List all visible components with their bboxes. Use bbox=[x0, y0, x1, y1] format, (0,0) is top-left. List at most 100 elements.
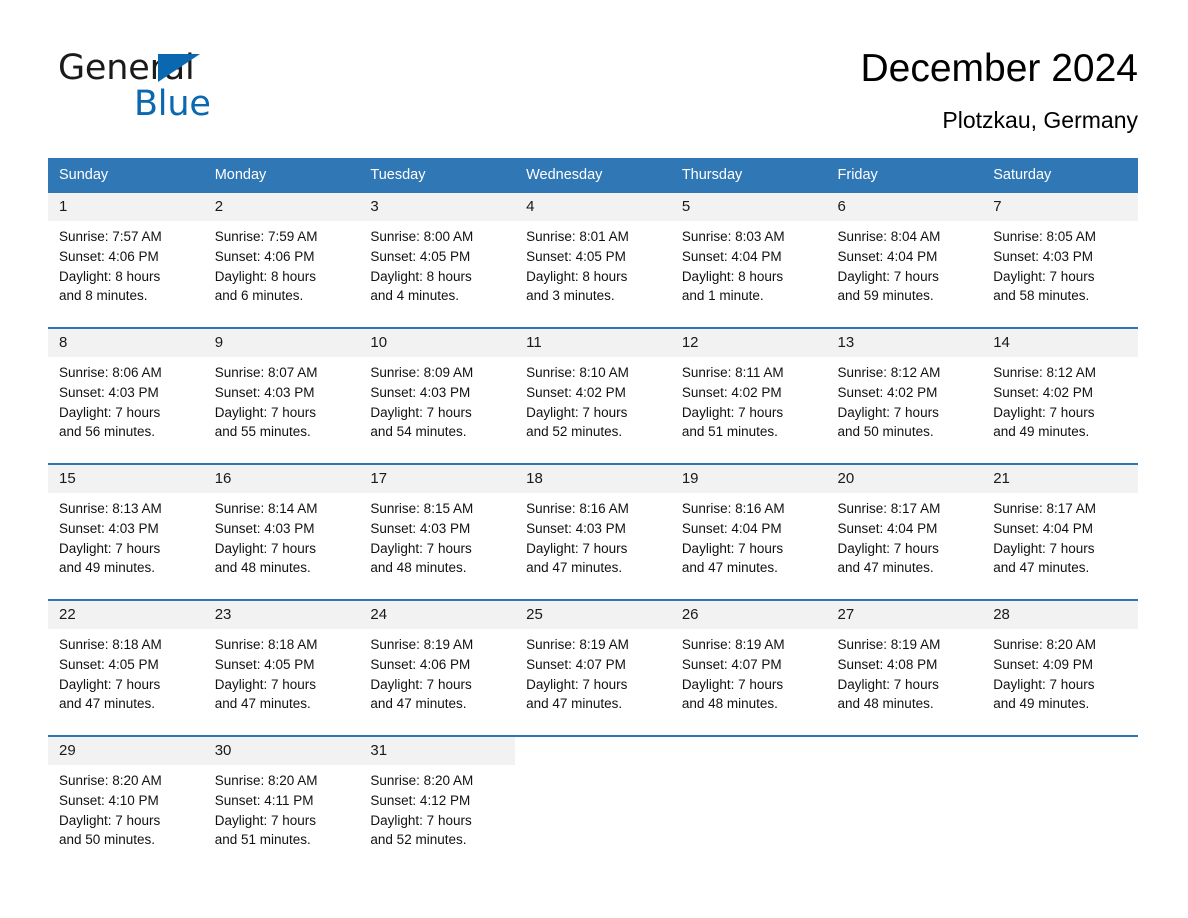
weekday-header-friday: Friday bbox=[826, 158, 983, 192]
weekday-header-saturday: Saturday bbox=[982, 158, 1138, 192]
day-cell-body: 30 Sunrise: 8:20 AM Sunset: 4:11 PM Dayligh… bbox=[203, 737, 360, 857]
sunrise-time: Sunrise: 8:19 AM bbox=[681, 637, 785, 652]
sunset-time: Sunset: 4:05 PM bbox=[370, 248, 471, 264]
daylight-line-2: and 47 minutes. bbox=[526, 696, 623, 712]
day-number bbox=[670, 737, 827, 765]
calendar-day-cell[interactable]: 3 Sunrise: 8:00 AM Sunset: 4:05 PM Daylight… bbox=[359, 191, 516, 313]
sunrise-time: Sunrise: 8:18 AM bbox=[214, 637, 318, 652]
daylight-line-2: and 47 minutes. bbox=[837, 560, 934, 576]
day-number: 7 bbox=[982, 193, 1138, 221]
calendar-day-cell[interactable]: 18 Sunrise: 8:16 AM Sunset: 4:03 PM Dayligh… bbox=[515, 463, 671, 585]
sunrise-time: Sunrise: 8:20 AM bbox=[214, 773, 318, 788]
daylight-line-1: Daylight: 7 hours bbox=[214, 812, 317, 828]
weekday-header-monday: Monday bbox=[203, 158, 360, 192]
day-number: 28 bbox=[982, 601, 1138, 629]
sunset-time: Sunset: 4:10 PM bbox=[59, 792, 159, 808]
calendar-day-cell[interactable]: 9 Sunrise: 8:07 AM Sunset: 4:03 PM Daylight… bbox=[203, 327, 360, 449]
daylight-line-2: and 59 minutes. bbox=[837, 288, 934, 304]
day-number: 2 bbox=[203, 193, 360, 221]
calendar-day-cell[interactable]: 8 Sunrise: 8:06 AM Sunset: 4:03 PM Daylight… bbox=[48, 327, 204, 449]
sunset-time: Sunset: 4:04 PM bbox=[681, 520, 782, 536]
sunset-time: Sunset: 4:05 PM bbox=[526, 248, 626, 264]
calendar-day-cell[interactable]: 27 Sunrise: 8:19 AM Sunset: 4:08 PM Dayligh… bbox=[826, 599, 983, 721]
day-number: 25 bbox=[515, 601, 671, 629]
daylight-line-2: and 47 minutes. bbox=[370, 696, 467, 712]
calendar-day-cell[interactable]: 29 Sunrise: 8:20 AM Sunset: 4:10 PM Dayligh… bbox=[48, 735, 204, 857]
calendar-day-cell[interactable]: 25 Sunrise: 8:19 AM Sunset: 4:07 PM Dayligh… bbox=[515, 599, 671, 721]
day-number: 1 bbox=[48, 193, 204, 221]
calendar-day-cell[interactable]: 10 Sunrise: 8:09 AM Sunset: 4:03 PM Dayligh… bbox=[359, 327, 516, 449]
day-details: Sunrise: 7:59 AM Sunset: 4:06 PM Daylight:… bbox=[204, 221, 360, 306]
calendar-day-cell[interactable]: 5 Sunrise: 8:03 AM Sunset: 4:04 PM Daylight… bbox=[670, 191, 827, 313]
day-details: Sunrise: 8:18 AM Sunset: 4:05 PM Daylight:… bbox=[48, 629, 204, 714]
calendar-day-cell[interactable]: 6 Sunrise: 8:04 AM Sunset: 4:04 PM Daylight… bbox=[826, 191, 983, 313]
day-details: Sunrise: 8:19 AM Sunset: 4:06 PM Daylight:… bbox=[359, 629, 515, 714]
sunrise-time: Sunrise: 8:16 AM bbox=[526, 501, 629, 516]
brand-name-blue: Blue bbox=[134, 84, 211, 124]
calendar-day-cell[interactable]: 12 Sunrise: 8:11 AM Sunset: 4:02 PM Dayligh… bbox=[670, 327, 827, 449]
day-cell-body: 17 Sunrise: 8:15 AM Sunset: 4:03 PM Dayligh… bbox=[359, 465, 516, 585]
calendar-day-cell[interactable]: 23 Sunrise: 8:18 AM Sunset: 4:05 PM Dayligh… bbox=[203, 599, 360, 721]
calendar-day-cell[interactable]: 28 Sunrise: 8:20 AM Sunset: 4:09 PM Dayligh… bbox=[982, 599, 1138, 721]
sunrise-time: Sunrise: 8:05 AM bbox=[993, 229, 1097, 244]
calendar-day-cell[interactable]: 31 Sunrise: 8:20 AM Sunset: 4:12 PM Dayligh… bbox=[359, 735, 516, 857]
sunrise-time: Sunrise: 8:19 AM bbox=[526, 637, 629, 652]
day-cell-body: 29 Sunrise: 8:20 AM Sunset: 4:10 PM Dayligh… bbox=[48, 737, 204, 857]
calendar-day-cell[interactable]: 7 Sunrise: 8:05 AM Sunset: 4:03 PM Daylight… bbox=[982, 191, 1138, 313]
sunset-time: Sunset: 4:06 PM bbox=[59, 248, 159, 264]
sunset-time: Sunset: 4:03 PM bbox=[214, 520, 315, 536]
calendar-day-cell[interactable]: 22 Sunrise: 8:18 AM Sunset: 4:05 PM Dayligh… bbox=[48, 599, 204, 721]
calendar-day-cell[interactable]: 14 Sunrise: 8:12 AM Sunset: 4:02 PM Dayligh… bbox=[982, 327, 1138, 449]
week-spacer bbox=[48, 585, 1138, 600]
daylight-line-1: Daylight: 7 hours bbox=[837, 540, 939, 556]
calendar-day-cell[interactable]: 24 Sunrise: 8:19 AM Sunset: 4:06 PM Dayligh… bbox=[359, 599, 516, 721]
calendar-day-cell[interactable]: 13 Sunrise: 8:12 AM Sunset: 4:02 PM Dayligh… bbox=[826, 327, 983, 449]
day-number: 18 bbox=[515, 465, 671, 493]
daylight-line-1: Daylight: 8 hours bbox=[214, 268, 317, 284]
day-cell-body: 27 Sunrise: 8:19 AM Sunset: 4:08 PM Dayligh… bbox=[826, 601, 983, 721]
sunrise-time: Sunrise: 8:16 AM bbox=[681, 501, 785, 516]
calendar-day-cell[interactable]: 15 Sunrise: 8:13 AM Sunset: 4:03 PM Dayligh… bbox=[48, 463, 204, 585]
sunset-time: Sunset: 4:04 PM bbox=[993, 520, 1094, 536]
daylight-line-1: Daylight: 7 hours bbox=[993, 676, 1095, 692]
week-spacer-cell bbox=[48, 313, 1138, 328]
calendar-day-cell[interactable]: 20 Sunrise: 8:17 AM Sunset: 4:04 PM Dayligh… bbox=[826, 463, 983, 585]
calendar-day-cell[interactable]: 17 Sunrise: 8:15 AM Sunset: 4:03 PM Dayligh… bbox=[359, 463, 516, 585]
calendar-day-cell[interactable]: 26 Sunrise: 8:19 AM Sunset: 4:07 PM Dayligh… bbox=[670, 599, 827, 721]
sunrise-time: Sunrise: 7:57 AM bbox=[59, 229, 162, 244]
calendar-day-cell[interactable]: 21 Sunrise: 8:17 AM Sunset: 4:04 PM Dayligh… bbox=[982, 463, 1138, 585]
day-cell-body: 21 Sunrise: 8:17 AM Sunset: 4:04 PM Dayligh… bbox=[982, 465, 1138, 585]
day-details: Sunrise: 8:17 AM Sunset: 4:04 PM Daylight:… bbox=[827, 493, 983, 578]
calendar-day-cell[interactable]: 19 Sunrise: 8:16 AM Sunset: 4:04 PM Dayligh… bbox=[670, 463, 827, 585]
calendar-day-cell[interactable]: 16 Sunrise: 8:14 AM Sunset: 4:03 PM Dayligh… bbox=[203, 463, 360, 585]
day-details: Sunrise: 8:17 AM Sunset: 4:04 PM Daylight:… bbox=[982, 493, 1138, 578]
daylight-line-1: Daylight: 7 hours bbox=[837, 676, 939, 692]
calendar-day-cell[interactable]: 2 Sunrise: 7:59 AM Sunset: 4:06 PM Daylight… bbox=[203, 191, 360, 313]
daylight-line-1: Daylight: 7 hours bbox=[214, 676, 317, 692]
day-number bbox=[826, 737, 983, 765]
daylight-line-1: Daylight: 7 hours bbox=[214, 540, 317, 556]
calendar-day-cell[interactable]: 30 Sunrise: 8:20 AM Sunset: 4:11 PM Dayligh… bbox=[203, 735, 360, 857]
day-number: 8 bbox=[48, 329, 204, 357]
day-details: Sunrise: 8:16 AM Sunset: 4:03 PM Daylight:… bbox=[515, 493, 671, 578]
day-cell-body: 12 Sunrise: 8:11 AM Sunset: 4:02 PM Dayligh… bbox=[670, 329, 827, 449]
calendar-grid: Sunday Monday Tuesday Wednesday Thursday… bbox=[48, 158, 1138, 857]
sunset-time: Sunset: 4:03 PM bbox=[526, 520, 626, 536]
calendar-week-row: 1 Sunrise: 7:57 AM Sunset: 4:06 PM Daylight… bbox=[48, 191, 1138, 313]
daylight-line-2: and 4 minutes. bbox=[370, 288, 459, 304]
sunset-time: Sunset: 4:05 PM bbox=[59, 656, 159, 672]
sunset-time: Sunset: 4:04 PM bbox=[837, 248, 938, 264]
daylight-line-1: Daylight: 8 hours bbox=[370, 268, 472, 284]
brand-logo[interactable]: General Blue bbox=[58, 48, 358, 138]
calendar-day-cell[interactable]: 4 Sunrise: 8:01 AM Sunset: 4:05 PM Daylight… bbox=[515, 191, 671, 313]
day-cell-body bbox=[982, 737, 1138, 857]
day-number: 5 bbox=[670, 193, 827, 221]
daylight-line-1: Daylight: 7 hours bbox=[370, 812, 472, 828]
calendar-day-cell[interactable]: 1 Sunrise: 7:57 AM Sunset: 4:06 PM Daylight… bbox=[48, 191, 204, 313]
sunrise-time: Sunrise: 8:18 AM bbox=[59, 637, 162, 652]
calendar-day-cell[interactable]: 11 Sunrise: 8:10 AM Sunset: 4:02 PM Dayligh… bbox=[515, 327, 671, 449]
day-number: 22 bbox=[48, 601, 204, 629]
day-cell-body: 13 Sunrise: 8:12 AM Sunset: 4:02 PM Dayligh… bbox=[826, 329, 983, 449]
day-cell-body: 26 Sunrise: 8:19 AM Sunset: 4:07 PM Dayligh… bbox=[670, 601, 827, 721]
day-cell-body bbox=[826, 737, 983, 857]
